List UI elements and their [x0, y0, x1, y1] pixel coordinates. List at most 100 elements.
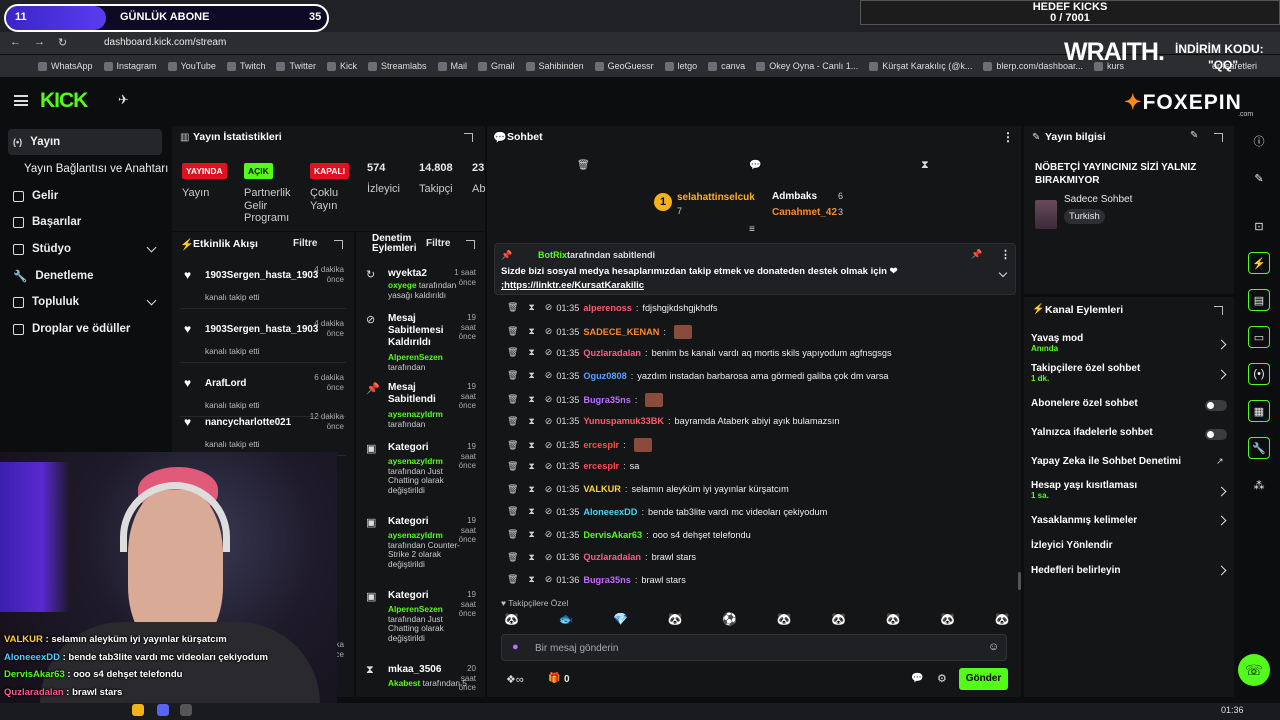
ban-icon[interactable]: ⊘	[545, 484, 553, 495]
timeout-icon[interactable]: ⧗	[528, 394, 534, 405]
activity-filter[interactable]: Filtre	[293, 238, 317, 249]
bookmark-item[interactable]: canva	[708, 61, 745, 71]
points-icon[interactable]: ❖∞	[506, 673, 524, 686]
delete-icon[interactable]: 🗑	[507, 347, 518, 358]
unpin-icon[interactable]: 📌	[971, 249, 982, 260]
emote-picker-item[interactable]: ⚽	[722, 612, 737, 626]
timeout-icon[interactable]: ⧗	[528, 347, 534, 358]
discord-taskbar-icon[interactable]	[157, 704, 169, 716]
ban-icon[interactable]: ⊘	[545, 370, 553, 381]
toggle-switch[interactable]	[1205, 429, 1227, 440]
timeout-icon[interactable]: ⧗	[528, 506, 534, 517]
ban-icon[interactable]: ⊘	[545, 529, 553, 540]
chat-message[interactable]: 🗑 ⧗ ⊘ 01:35 AloneeexDD: bende tab3lite v…	[507, 506, 827, 517]
ban-icon[interactable]: ⊘	[545, 302, 553, 313]
message-user[interactable]: AloneeexDD	[583, 507, 637, 517]
chat-message[interactable]: 🗑 ⧗ ⊘ 01:35 ercesplr:	[507, 438, 652, 453]
bookmark-item[interactable]: YouTube	[167, 61, 216, 71]
bookmark-item[interactable]: Gmail	[478, 61, 515, 71]
ban-icon[interactable]: ⊘	[545, 347, 553, 358]
more-icon[interactable]: ⋮	[1002, 130, 1014, 144]
forward-icon[interactable]: →	[34, 36, 45, 48]
chat-bubble-icon[interactable]: 💬	[749, 160, 761, 171]
emote-picker-item[interactable]: 🐼	[995, 612, 1010, 626]
gear-icon[interactable]: ⚙	[937, 672, 947, 685]
message-user[interactable]: SADECE_KENAN	[583, 327, 659, 337]
chat-message[interactable]: 🗑 ⧗ ⊘ 01:35 Quzlaradalan: benim bs kanal…	[507, 347, 892, 358]
back-icon[interactable]: ←	[10, 36, 21, 48]
channel-action-item[interactable]: Abonelere özel sohbet	[1031, 398, 1138, 409]
expand-icon[interactable]: ≡	[749, 224, 755, 235]
ban-icon[interactable]: ⊘	[545, 440, 553, 451]
delete-icon[interactable]: 🗑	[507, 484, 518, 495]
sidebar-item-gelir[interactable]: Gelir	[0, 183, 58, 209]
chrome-taskbar-icon[interactable]	[132, 704, 144, 716]
pin-icon[interactable]: ✈	[118, 92, 129, 108]
send-button[interactable]: Gönder	[959, 668, 1008, 690]
timeout-icon[interactable]: ⧗	[528, 370, 534, 381]
delete-icon[interactable]: 🗑	[507, 552, 518, 563]
message-user[interactable]: VALKUR	[583, 484, 621, 494]
sidebar-item-stream-key[interactable]: Yayın Bağlantısı ve Anahtarı	[11, 156, 168, 182]
hourglass-icon[interactable]: ⧗	[921, 159, 929, 172]
channel-action-item[interactable]: Yapay Zeka ile Sohbet Denetimi	[1031, 456, 1181, 467]
bookmark-item[interactable]: Mail	[437, 61, 467, 71]
capture-icon[interactable]: ⊡	[1248, 215, 1270, 237]
channel-action-item[interactable]: Hedefleri belirleyin	[1031, 565, 1120, 576]
chat-message[interactable]: 🗑 ⧗ ⊘ 01:35 ercesplr: sa	[507, 461, 639, 472]
channel-action-item[interactable]: İzleyici Yönlendir	[1031, 540, 1113, 551]
channel-action-item[interactable]: Takipçilere özel sohbet 1 dk.	[1031, 363, 1140, 383]
emote-picker-item[interactable]: 🐟	[559, 612, 574, 626]
chat-message[interactable]: 🗑 ⧗ ⊘ 01:36 Quzlaradalan: brawl stars	[507, 552, 696, 563]
ban-icon[interactable]: ⊘	[545, 416, 553, 427]
message-user[interactable]: DervisAkar63	[583, 530, 642, 540]
timeout-icon[interactable]: ⧗	[528, 302, 534, 313]
wrench-rail-icon[interactable]: 🔧	[1248, 437, 1270, 459]
delete-icon[interactable]: 🗑	[507, 416, 518, 427]
chat-message[interactable]: 🗑 ⧗ ⊘ 01:35 Yunuspamuk33BK: bayramda Ata…	[507, 416, 840, 427]
delete-icon[interactable]: 🗑	[507, 370, 518, 381]
chat-scrollbar[interactable]	[1018, 572, 1021, 590]
edit-icon[interactable]: ✎	[1190, 130, 1198, 141]
delete-icon[interactable]: 🗑	[507, 574, 518, 585]
chat-message[interactable]: 🗑 ⧗ ⊘ 01:35 alperenoss: fdjshgjkdshgjkhd…	[507, 302, 717, 313]
trash-icon[interactable]: 🗑	[577, 160, 590, 171]
chevron-down-icon[interactable]	[998, 268, 1008, 278]
more-icon[interactable]: ⋮	[1000, 248, 1011, 261]
delete-icon[interactable]: 🗑	[507, 506, 518, 517]
chat-message[interactable]: 🗑 ⧗ ⊘ 01:35 SADECE_KENAN:	[507, 324, 692, 339]
sidebar-item-topluluk[interactable]: Topluluk	[0, 289, 79, 315]
chat-message[interactable]: 🗑 ⧗ ⊘ 01:35 VALKUR: selamın aleyküm iyi …	[507, 484, 789, 495]
delete-icon[interactable]: 🗑	[507, 529, 518, 540]
bookmark-item[interactable]: Twitch	[226, 61, 265, 71]
bookmark-item[interactable]: WhatsApp	[38, 61, 93, 71]
channel-action-item[interactable]: Yalnızca ifadelerle sohbet	[1031, 427, 1153, 438]
message-user[interactable]: Bugra35ns	[583, 575, 631, 585]
delete-icon[interactable]: 🗑	[507, 461, 518, 472]
popout-icon[interactable]	[1214, 306, 1223, 315]
info-circle-icon[interactable]: ⓘ	[1248, 130, 1270, 152]
bolt-icon[interactable]: ⚡	[1248, 252, 1270, 274]
bookmark-item[interactable]: Twitter	[276, 61, 316, 71]
timeout-icon[interactable]: ⧗	[528, 529, 534, 540]
ban-icon[interactable]: ⊘	[545, 394, 553, 405]
chevron-down-icon[interactable]	[146, 242, 157, 253]
channel-action-item[interactable]: Yavaş mod Anında	[1031, 333, 1083, 353]
pencil-icon[interactable]: ✎	[1248, 167, 1270, 189]
delete-icon[interactable]: 🗑	[507, 394, 518, 405]
mod-actions-filter[interactable]: Filtre	[426, 238, 450, 249]
channel-action-item[interactable]: Hesap yaşı kısıtlaması 1 sa.	[1031, 480, 1137, 500]
gift-box-icon[interactable]: 🎁	[548, 673, 560, 684]
ban-icon[interactable]: ⊘	[545, 326, 553, 337]
sidebar-item-denetleme[interactable]: 🔧 Denetleme	[0, 263, 94, 289]
help-icon[interactable]: ☏	[1238, 654, 1270, 686]
channel-action-item[interactable]: Yasaklanmış kelimeler	[1031, 515, 1137, 526]
chevron-down-icon[interactable]	[146, 295, 157, 306]
timeout-icon[interactable]: ⧗	[528, 416, 534, 427]
url-text[interactable]: dashboard.kick.com/stream	[104, 37, 226, 48]
message-user[interactable]: Quzlaradalan	[583, 552, 641, 562]
pinned-link[interactable]: ;https://linktr.ee/KursatKarakilic	[501, 280, 644, 291]
bookmark-item[interactable]: Instagram	[103, 61, 157, 71]
timeout-icon[interactable]: ⧗	[528, 461, 534, 472]
popout-icon[interactable]	[1214, 133, 1223, 142]
